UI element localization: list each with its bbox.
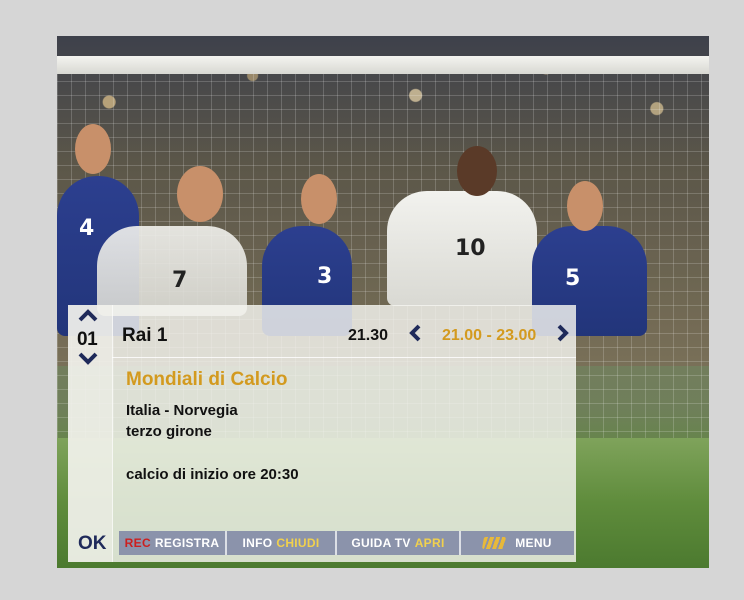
player-head (457, 146, 497, 196)
program-note: calcio di inizio ore 20:30 (126, 466, 299, 483)
menu-logo-icon (482, 537, 507, 549)
goal-crossbar (57, 56, 709, 74)
channel-column: 01 OK (68, 305, 113, 562)
jersey-number: 4 (79, 216, 95, 241)
chevron-down-icon[interactable] (78, 351, 98, 369)
guide-key: GUIDA TV (351, 536, 411, 550)
guide-label: APRI (414, 536, 445, 550)
chevron-left-icon[interactable] (408, 324, 422, 348)
program-subtitle: terzo girone (126, 423, 212, 440)
player-head (301, 174, 337, 224)
record-button[interactable]: REC REGISTRA (119, 531, 227, 555)
program-title: Mondiali di Calcio (126, 369, 288, 390)
action-bar: REC REGISTRA INFO CHIUDI GUIDA TV APRI M… (119, 531, 576, 555)
jersey-number: 5 (565, 266, 581, 291)
channel-name: Rai 1 (122, 325, 168, 346)
info-label: CHIUDI (276, 536, 320, 550)
program-info-panel: 01 OK Rai 1 21.30 21.00 - 23.00 Mondiali… (68, 305, 576, 562)
channel-number: 01 (77, 329, 98, 350)
rec-key: REC (124, 536, 151, 550)
program-subtitle: Italia - Norvegia (126, 402, 238, 419)
menu-label: MENU (515, 536, 552, 550)
jersey-number: 7 (172, 268, 188, 293)
ok-button[interactable]: OK (78, 533, 107, 555)
rec-label: REGISTRA (154, 536, 220, 550)
current-time: 21.30 (348, 327, 389, 344)
guide-button[interactable]: GUIDA TV APRI (337, 531, 461, 555)
time-slot: 21.00 - 23.00 (442, 327, 537, 344)
jersey-number: 3 (317, 264, 333, 289)
info-button[interactable]: INFO CHIUDI (227, 531, 337, 555)
jersey-number: 10 (455, 236, 486, 261)
player-head (567, 181, 603, 231)
info-key: INFO (242, 536, 273, 550)
header-row: Rai 1 21.30 21.00 - 23.00 (112, 305, 576, 358)
chevron-up-icon[interactable] (78, 307, 98, 325)
player-head (177, 166, 223, 222)
menu-button[interactable]: MENU (461, 531, 574, 555)
chevron-right-icon[interactable] (556, 324, 570, 348)
player-head (75, 124, 111, 174)
